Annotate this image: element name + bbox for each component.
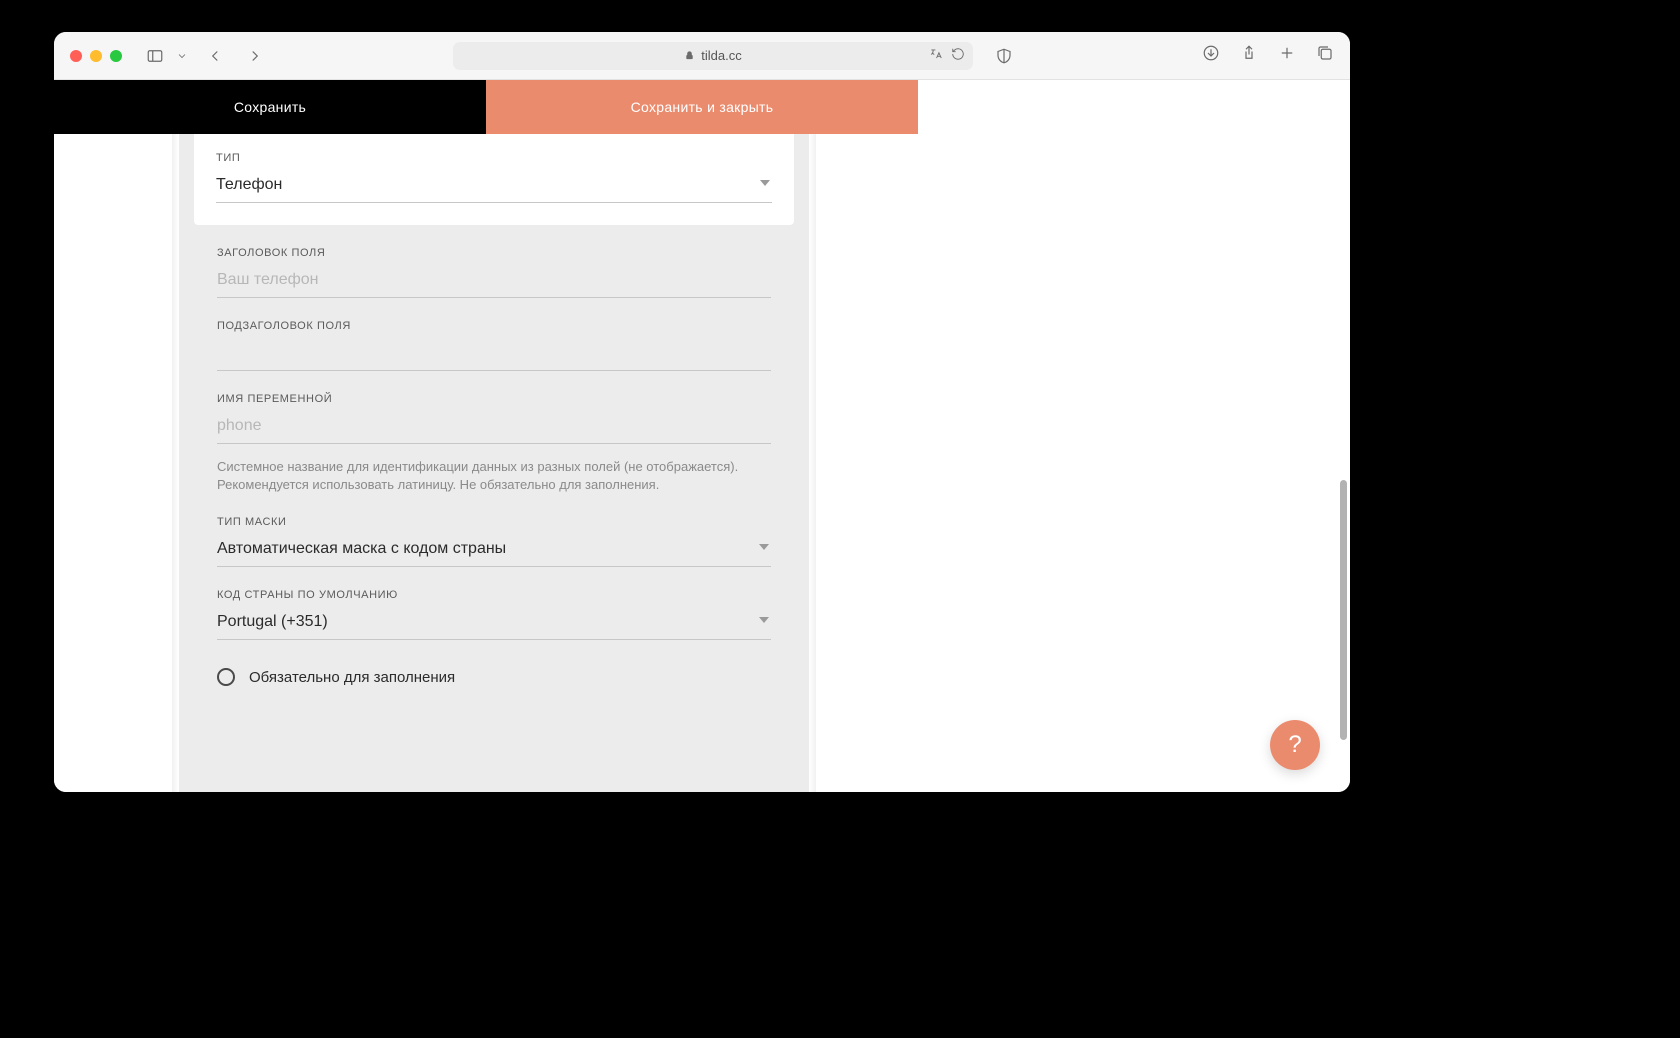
settings-panel-wrap: ТИП Телефон ЗАГОЛОВОК ПОЛЯ ПОДЗАГОЛОВОК … — [54, 134, 918, 792]
shield-icon[interactable] — [993, 45, 1015, 67]
default-country-value: Portugal (+351) — [217, 613, 771, 631]
share-icon[interactable] — [1240, 44, 1258, 67]
field-subtitle-input[interactable] — [217, 344, 771, 362]
window-minimize-button[interactable] — [90, 50, 102, 62]
save-close-button-label: Сохранить и закрыть — [631, 99, 774, 115]
tabs-overview-icon[interactable] — [1316, 44, 1334, 67]
required-label: Обязательно для заполнения — [249, 669, 455, 686]
help-button[interactable]: ? — [1270, 720, 1320, 770]
forward-button[interactable] — [244, 45, 266, 67]
default-country-group: КОД СТРАНЫ ПО УМОЛЧАНИЮ Portugal (+351) — [179, 567, 809, 640]
type-label: ТИП — [216, 152, 772, 164]
default-country-label: КОД СТРАНЫ ПО УМОЛЧАНИЮ — [217, 589, 771, 601]
mask-type-group: ТИП МАСКИ Автоматическая маска с кодом с… — [179, 494, 809, 567]
var-name-label: ИМЯ ПЕРЕМЕННОЙ — [217, 393, 771, 405]
save-and-close-button[interactable]: Сохранить и закрыть — [486, 80, 918, 134]
lock-icon — [684, 50, 695, 61]
page-content: Сохранить Сохранить и закрыть ТИП Телефо… — [54, 80, 1350, 792]
browser-toolbar: tilda.cc — [54, 32, 1350, 80]
var-name-input-wrap — [217, 413, 771, 444]
field-title-label: ЗАГОЛОВОК ПОЛЯ — [217, 247, 771, 259]
var-name-input[interactable] — [217, 417, 771, 435]
field-subtitle-group: ПОДЗАГОЛОВОК ПОЛЯ — [179, 298, 809, 371]
chevron-down-icon[interactable] — [176, 45, 188, 67]
window-zoom-button[interactable] — [110, 50, 122, 62]
chevron-down-icon — [760, 180, 770, 186]
mask-type-select[interactable]: Автоматическая маска с кодом страны — [217, 536, 771, 567]
address-bar[interactable]: tilda.cc — [453, 42, 973, 70]
window-close-button[interactable] — [70, 50, 82, 62]
scrollbar-thumb[interactable] — [1340, 480, 1347, 740]
right-shadow — [809, 134, 816, 792]
new-tab-icon[interactable] — [1278, 44, 1296, 67]
field-title-group: ЗАГОЛОВОК ПОЛЯ — [179, 225, 809, 298]
type-value: Телефон — [216, 176, 772, 194]
editor-action-bar: Сохранить Сохранить и закрыть — [54, 80, 918, 134]
back-button[interactable] — [204, 45, 226, 67]
browser-window: tilda.cc — [54, 32, 1350, 792]
mask-type-value: Автоматическая маска с кодом страны — [217, 540, 771, 558]
reload-icon[interactable] — [951, 47, 965, 64]
required-checkbox[interactable] — [217, 668, 235, 686]
default-country-select[interactable]: Portugal (+351) — [217, 609, 771, 640]
question-mark-icon: ? — [1288, 731, 1301, 759]
field-title-input-wrap — [217, 267, 771, 298]
field-settings-panel: ТИП Телефон ЗАГОЛОВОК ПОЛЯ ПОДЗАГОЛОВОК … — [179, 134, 809, 792]
var-name-help: Системное название для идентификации дан… — [217, 458, 771, 494]
required-checkbox-row[interactable]: Обязательно для заполнения — [179, 640, 809, 726]
window-controls — [70, 50, 122, 62]
left-shadow — [172, 134, 179, 792]
sidebar-toggle-icon[interactable] — [144, 45, 166, 67]
save-button-label: Сохранить — [234, 99, 306, 115]
url-host: tilda.cc — [701, 48, 741, 63]
chevron-down-icon — [759, 617, 769, 623]
field-subtitle-label: ПОДЗАГОЛОВОК ПОЛЯ — [217, 320, 771, 332]
type-card: ТИП Телефон — [194, 134, 794, 225]
field-subtitle-input-wrap — [217, 340, 771, 371]
field-title-input[interactable] — [217, 271, 771, 289]
translate-icon[interactable] — [929, 47, 943, 64]
type-select[interactable]: Телефон — [216, 172, 772, 203]
chevron-down-icon — [759, 544, 769, 550]
save-button[interactable]: Сохранить — [54, 80, 486, 134]
downloads-icon[interactable] — [1202, 44, 1220, 67]
var-name-group: ИМЯ ПЕРЕМЕННОЙ Системное название для ид… — [179, 371, 809, 494]
mask-type-label: ТИП МАСКИ — [217, 516, 771, 528]
